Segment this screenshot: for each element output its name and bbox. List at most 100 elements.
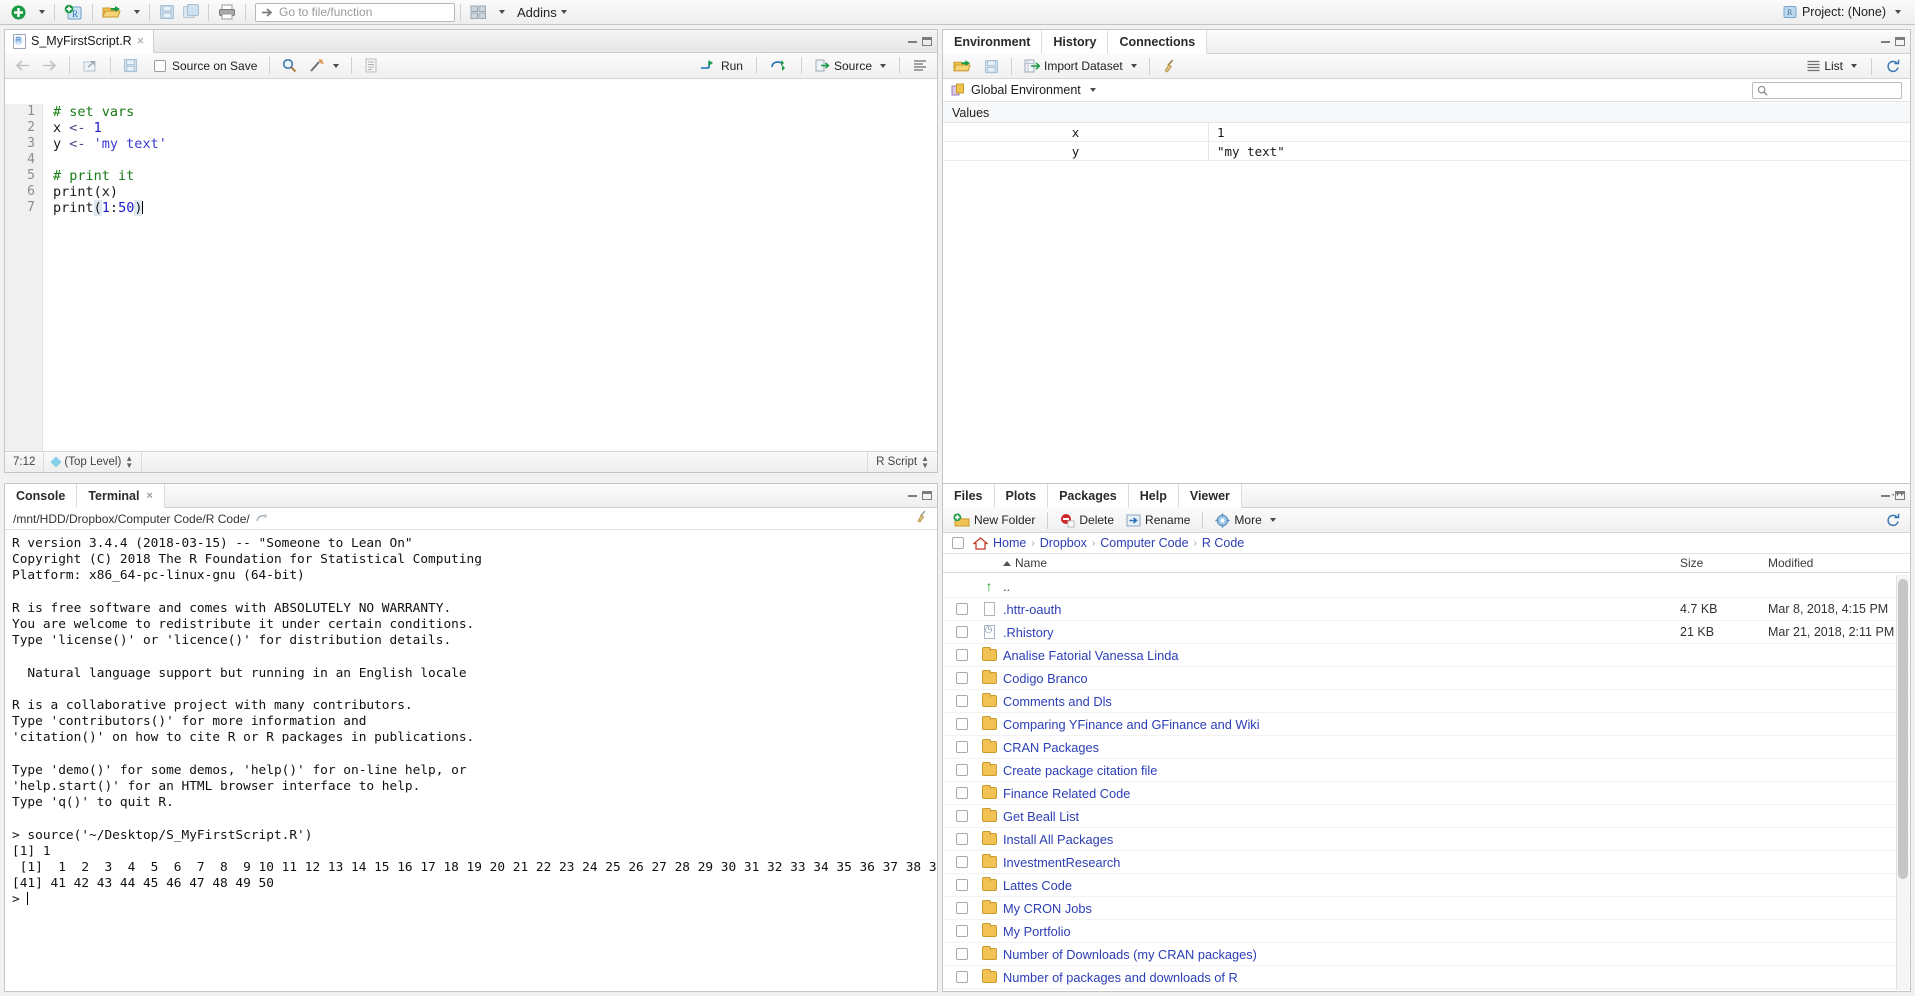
select-all-checkbox[interactable]	[952, 537, 964, 549]
open-file-dropdown[interactable]	[126, 2, 144, 23]
file-checkbox[interactable]	[956, 695, 968, 707]
file-name[interactable]: Install All Packages	[1003, 832, 1113, 847]
environment-search-input[interactable]	[1752, 82, 1902, 99]
file-checkbox[interactable]	[956, 603, 968, 615]
save-button[interactable]	[155, 2, 179, 23]
breadcrumb-item[interactable]: Home	[993, 536, 1026, 550]
rerun-button[interactable]	[765, 58, 793, 73]
refresh-files-button[interactable]	[1881, 512, 1905, 528]
file-checkbox[interactable]	[956, 649, 968, 661]
show-in-new-window-button[interactable]	[77, 58, 103, 74]
source-on-save-checkbox[interactable]: Source on Save	[149, 58, 262, 74]
maximize-icon[interactable]	[922, 491, 932, 500]
project-selector[interactable]: R Project: (None)	[1783, 5, 1909, 19]
files-list[interactable]: ↑...httr-oauth4.7 KBMar 8, 2018, 4:15 PM…	[943, 575, 1910, 991]
breadcrumb-item[interactable]: Dropbox	[1040, 536, 1087, 550]
breadcrumb-item[interactable]: Computer Code	[1100, 536, 1188, 550]
goto-file-function-input[interactable]: Go to file/function	[255, 3, 455, 22]
file-row[interactable]: .httr-oauth4.7 KBMar 8, 2018, 4:15 PM	[943, 598, 1910, 621]
close-icon[interactable]: ×	[146, 490, 152, 502]
file-name[interactable]: Number of Downloads (my CRAN packages)	[1003, 947, 1257, 962]
column-header-modified[interactable]: Modified	[1768, 556, 1813, 570]
tab-viewer[interactable]: Viewer	[1179, 484, 1242, 508]
file-name[interactable]: My CRON Jobs	[1003, 901, 1092, 916]
tab-files[interactable]: Files	[943, 484, 995, 508]
new-file-button[interactable]	[6, 2, 31, 23]
file-checkbox[interactable]	[956, 787, 968, 799]
file-type-selector[interactable]: R Script ▲▼	[867, 452, 937, 472]
more-options-icon[interactable]: ⋯	[1891, 487, 1904, 503]
refresh-environment-button[interactable]	[1881, 58, 1905, 74]
file-row[interactable]: Finance Related Code	[943, 782, 1910, 805]
working-directory-label[interactable]: /mnt/HDD/Dropbox/Computer Code/R Code/	[13, 512, 250, 526]
file-row[interactable]: My CRON Jobs	[943, 897, 1910, 920]
load-workspace-button[interactable]	[948, 57, 977, 75]
file-checkbox[interactable]	[956, 971, 968, 983]
code-editor[interactable]: 1234567 # set varsx <- 1y <- 'my text'# …	[5, 104, 937, 451]
file-row[interactable]: Lattes Code	[943, 874, 1910, 897]
scope-selector[interactable]: (Top Level) ▲▼	[44, 452, 142, 472]
maximize-icon[interactable]	[922, 37, 932, 46]
file-name[interactable]: Lattes Code	[1003, 878, 1072, 893]
delete-button[interactable]: Delete	[1055, 512, 1119, 529]
console-output[interactable]: R version 3.4.4 (2018-03-15) -- "Someone…	[5, 531, 937, 991]
tab-environment[interactable]: Environment	[943, 30, 1042, 54]
breadcrumb-item[interactable]: R Code	[1202, 536, 1244, 550]
file-checkbox[interactable]	[956, 764, 968, 776]
file-checkbox[interactable]	[956, 902, 968, 914]
tab-connections[interactable]: Connections	[1108, 30, 1207, 54]
open-file-button[interactable]	[98, 2, 126, 23]
tab-plots[interactable]: Plots	[995, 484, 1049, 508]
back-button[interactable]	[10, 58, 35, 73]
code-line[interactable]: # set vars	[53, 104, 937, 120]
forward-button[interactable]	[37, 58, 62, 73]
more-button[interactable]: More	[1210, 512, 1280, 529]
tab-console[interactable]: Console	[5, 484, 77, 508]
file-name[interactable]: .httr-oauth	[1003, 602, 1061, 617]
column-header-name[interactable]: Name	[1003, 556, 1047, 570]
file-checkbox[interactable]	[956, 718, 968, 730]
file-row[interactable]: ↑..	[943, 575, 1910, 598]
file-checkbox[interactable]	[956, 925, 968, 937]
file-row[interactable]: Install All Packages	[943, 828, 1910, 851]
minimize-icon[interactable]	[908, 494, 917, 497]
file-checkbox[interactable]	[956, 626, 968, 638]
file-name[interactable]: Create package citation file	[1003, 763, 1157, 778]
code-line[interactable]	[53, 152, 937, 168]
code-line[interactable]: print(1:50)	[53, 200, 937, 216]
save-all-button[interactable]	[179, 2, 203, 23]
minimize-icon[interactable]	[1881, 494, 1890, 497]
rename-button[interactable]: Rename	[1121, 512, 1195, 529]
file-row[interactable]: Number of Downloads (my CRAN packages)	[943, 943, 1910, 966]
file-checkbox[interactable]	[956, 810, 968, 822]
clear-console-button[interactable]	[915, 510, 929, 527]
file-checkbox[interactable]	[956, 833, 968, 845]
scrollbar-thumb[interactable]	[1898, 579, 1908, 879]
file-name[interactable]: .Rhistory	[1003, 625, 1054, 640]
file-name[interactable]: CRAN Packages	[1003, 740, 1099, 755]
file-row[interactable]: Codigo Branco	[943, 667, 1910, 690]
file-checkbox[interactable]	[956, 879, 968, 891]
column-header-size[interactable]: Size	[1680, 556, 1703, 570]
file-row[interactable]: .Rhistory21 KBMar 21, 2018, 2:11 PM	[943, 621, 1910, 644]
file-row[interactable]: Number of packages and downloads of R	[943, 966, 1910, 989]
file-row[interactable]: Analise Fatorial Vanessa Linda	[943, 644, 1910, 667]
source-button[interactable]: Source	[810, 58, 891, 74]
file-row[interactable]: My Portfolio	[943, 920, 1910, 943]
file-name[interactable]: InvestmentResearch	[1003, 855, 1120, 870]
file-row[interactable]: Create package citation file	[943, 759, 1910, 782]
file-name[interactable]: Number of packages and downloads of R	[1003, 970, 1238, 985]
list-view-selector[interactable]: List	[1802, 58, 1862, 74]
file-checkbox[interactable]	[956, 672, 968, 684]
code-tools-button[interactable]	[304, 57, 344, 74]
maximize-icon[interactable]	[1895, 37, 1905, 46]
file-checkbox[interactable]	[956, 741, 968, 753]
file-name[interactable]: My Portfolio	[1003, 924, 1071, 939]
find-replace-button[interactable]	[277, 57, 302, 74]
minimize-icon[interactable]	[908, 40, 917, 43]
file-name[interactable]: Get Beall List	[1003, 809, 1079, 824]
file-name[interactable]: Codigo Branco	[1003, 671, 1088, 686]
files-scrollbar[interactable]	[1896, 575, 1909, 990]
file-checkbox[interactable]	[956, 856, 968, 868]
code-line[interactable]: y <- 'my text'	[53, 136, 937, 152]
